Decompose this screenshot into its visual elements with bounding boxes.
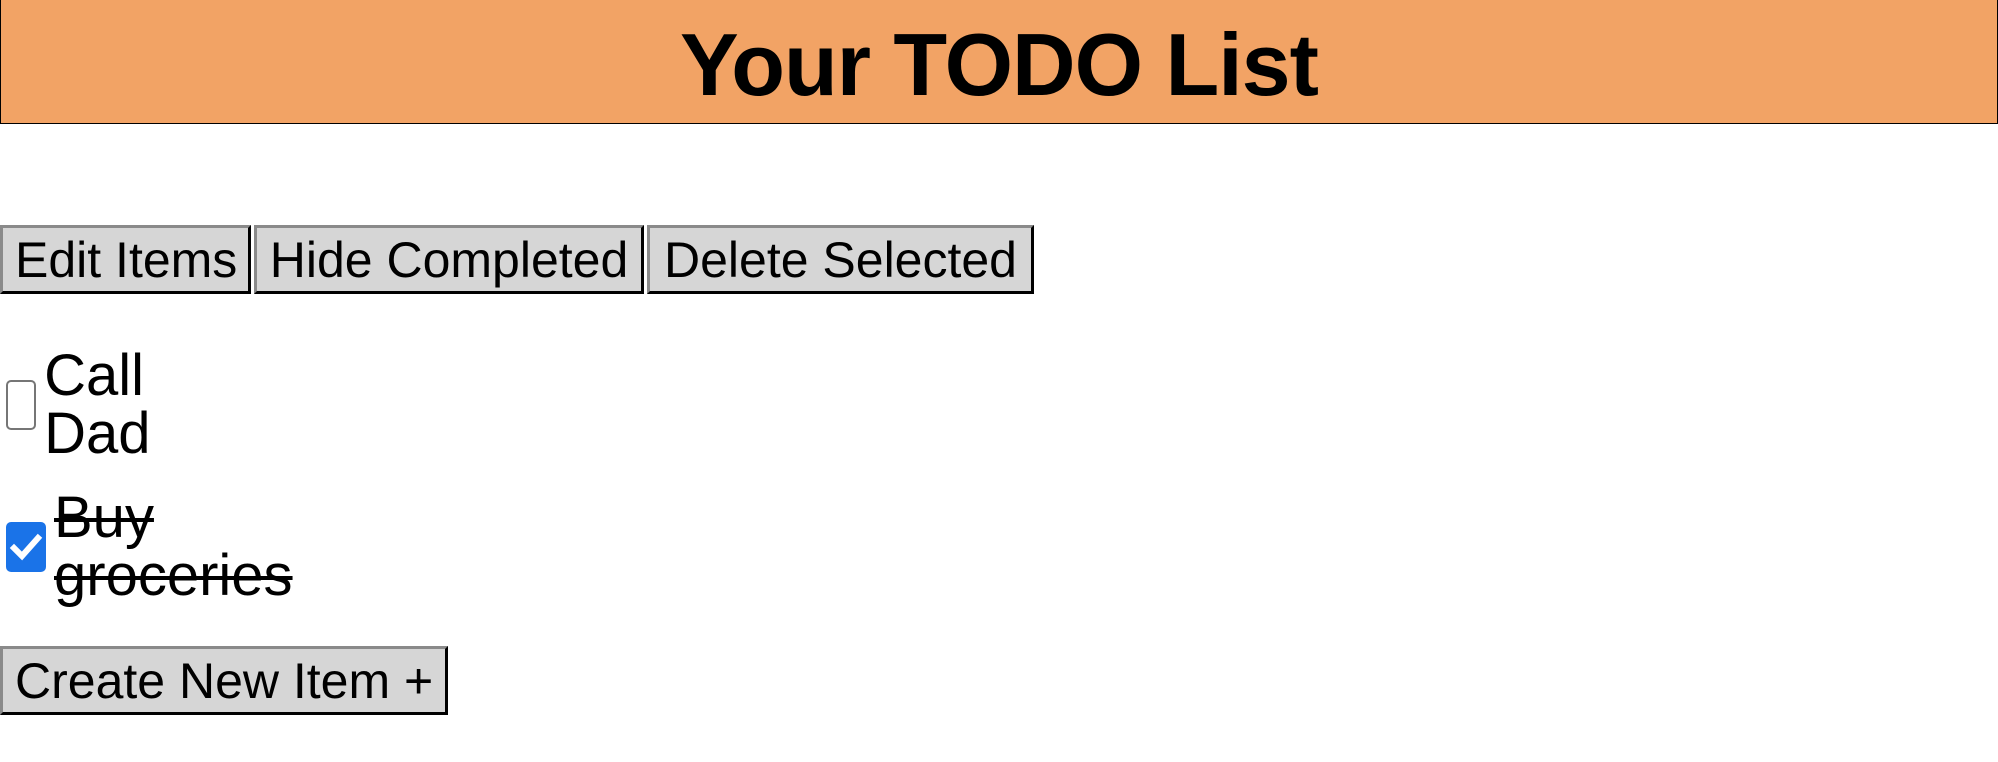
delete-selected-button[interactable]: Delete Selected xyxy=(647,225,1034,294)
app-header: Your TODO List xyxy=(0,0,1998,124)
todo-checkbox[interactable] xyxy=(6,522,46,572)
edit-items-button[interactable]: Edit Items xyxy=(0,225,251,294)
check-icon xyxy=(9,533,43,561)
todo-checkbox[interactable] xyxy=(6,380,37,430)
create-new-item-button[interactable]: Create New Item + xyxy=(0,646,448,715)
todo-item: Buy groceries xyxy=(0,489,303,605)
todo-item: Call Dad xyxy=(0,347,170,463)
todo-label: Call Dad xyxy=(44,343,151,466)
todo-label: Buy groceries xyxy=(54,485,293,608)
hide-completed-button[interactable]: Hide Completed xyxy=(254,225,644,294)
page-title: Your TODO List xyxy=(680,14,1319,114)
create-area: Create New Item + xyxy=(0,646,451,715)
toolbar: Edit Items Hide Completed Delete Selecte… xyxy=(0,225,1037,294)
